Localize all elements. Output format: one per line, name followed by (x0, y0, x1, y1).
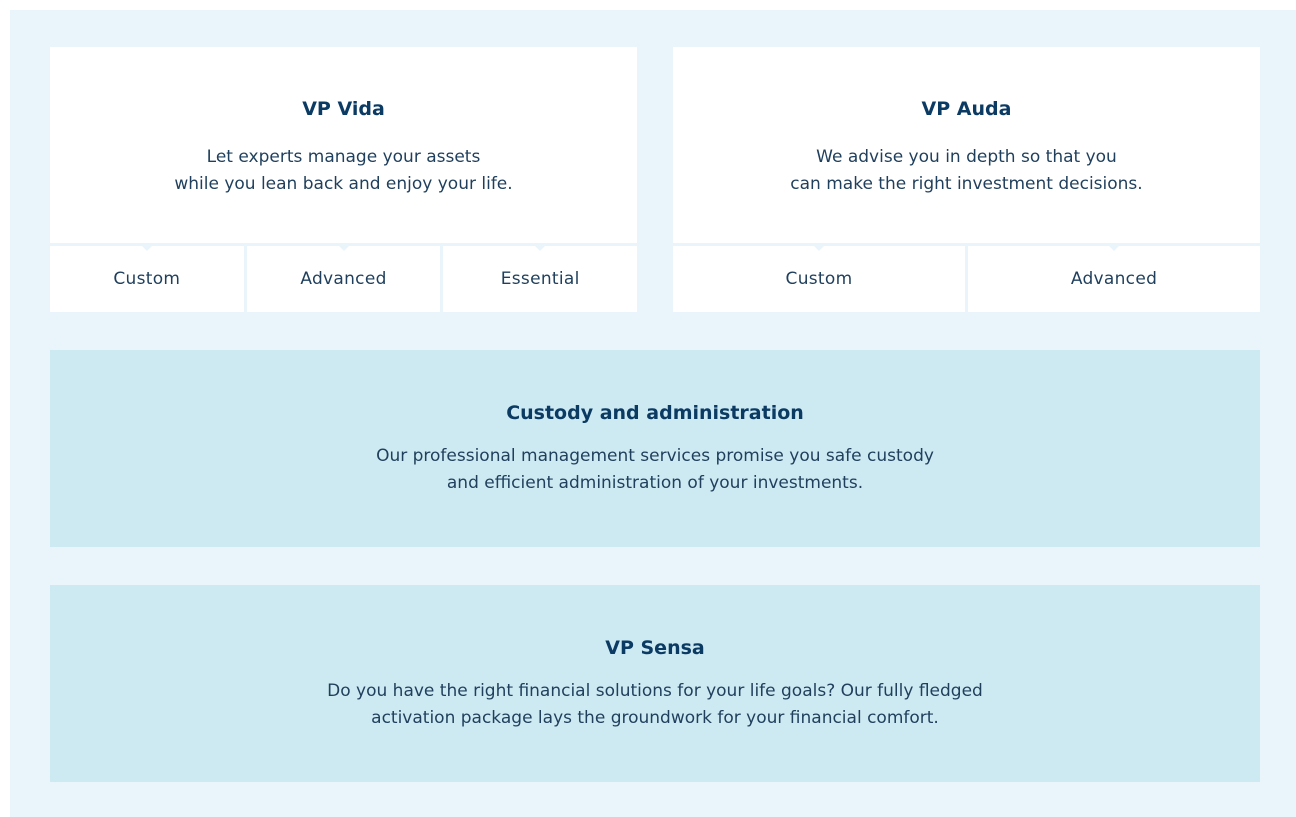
vp-auda-card: VP Auda We advise you in depth so that y… (673, 47, 1260, 312)
custody-description-line: Our professional management services pro… (376, 446, 934, 466)
vp-auda-title: VP Auda (921, 98, 1012, 120)
vp-vida-description: Let experts manage your assets while you… (50, 144, 637, 198)
custody-panel[interactable]: Custody and administration Our professio… (50, 350, 1260, 547)
tab-label: Essential (500, 269, 580, 289)
tab-vida-advanced[interactable]: Advanced (243, 243, 441, 312)
tab-label: Advanced (300, 269, 387, 289)
custody-title: Custody and administration (506, 402, 804, 424)
vp-auda-header[interactable]: VP Auda We advise you in depth so that y… (673, 47, 1260, 243)
tab-vida-custom[interactable]: Custom (50, 243, 244, 312)
tab-auda-advanced[interactable]: Advanced (965, 243, 1260, 312)
tab-label: Custom (785, 269, 853, 289)
vp-sensa-description-line: Do you have the right financial solution… (327, 681, 983, 701)
vp-sensa-description-line: activation package lays the groundwork f… (371, 708, 939, 728)
notch-arrow-icon (811, 243, 827, 251)
vp-auda-tabs: Custom Advanced (673, 243, 1260, 312)
vp-sensa-description: Do you have the right financial solution… (50, 678, 1260, 732)
vp-vida-title: VP Vida (302, 98, 385, 120)
vp-sensa-title: VP Sensa (605, 637, 705, 659)
vp-auda-description-line: We advise you in depth so that you (816, 147, 1117, 167)
vp-vida-description-line: Let experts manage your assets (206, 147, 481, 167)
vp-vida-description-line: while you lean back and enjoy your life. (174, 174, 513, 194)
notch-arrow-icon (138, 243, 155, 251)
tab-label: Custom (113, 269, 181, 289)
vp-sensa-panel[interactable]: VP Sensa Do you have the right financial… (50, 585, 1260, 782)
tab-label: Advanced (1070, 269, 1158, 289)
notch-arrow-icon (1106, 243, 1122, 251)
custody-description-line: and efficient administration of your inv… (446, 473, 864, 493)
vp-auda-description-line: can make the right investment decisions. (790, 174, 1143, 194)
vp-vida-tabs: Custom Advanced Essential (50, 243, 637, 312)
vp-vida-header[interactable]: VP Vida Let experts manage your assets w… (50, 47, 637, 243)
vp-auda-description: We advise you in depth so that you can m… (673, 144, 1260, 198)
notch-arrow-icon (532, 243, 549, 251)
tab-vida-essential[interactable]: Essential (440, 243, 637, 312)
notch-arrow-icon (335, 243, 352, 251)
custody-description: Our professional management services pro… (50, 443, 1260, 497)
vp-vida-card: VP Vida Let experts manage your assets w… (50, 47, 637, 312)
tab-auda-custom[interactable]: Custom (673, 243, 965, 312)
